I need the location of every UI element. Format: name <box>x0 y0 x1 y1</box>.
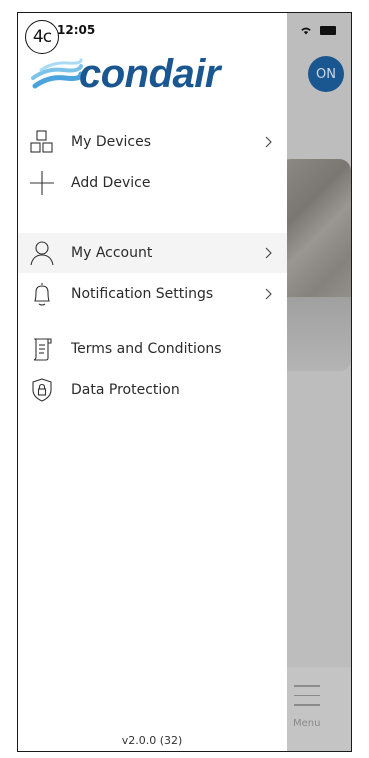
menu-item-my-devices[interactable]: My Devices <box>17 122 287 162</box>
system-status-icons <box>300 26 336 35</box>
condair-logo: condair <box>31 52 231 98</box>
screen-badge: 4c <box>25 20 59 54</box>
bottom-nav-menu-label: Menu <box>293 718 321 729</box>
battery-icon <box>320 26 336 35</box>
device-card[interactable] <box>279 159 351 371</box>
plus-icon <box>29 170 55 196</box>
menu-item-data-protection[interactable]: Data Protection <box>17 370 287 410</box>
menu-item-label: My Account <box>71 245 153 261</box>
device-image <box>279 159 351 297</box>
brand-name: condair <box>79 52 220 96</box>
status-time: 12:05 <box>57 23 96 37</box>
navigation-drawer: 4c 12:05 condair My Devices Add Device M… <box>17 12 287 752</box>
bell-icon <box>29 281 55 307</box>
chevron-right-icon <box>265 247 272 259</box>
menu-item-label: Notification Settings <box>71 286 214 302</box>
chevron-right-icon <box>265 288 272 300</box>
menu-item-notification-settings[interactable]: Notification Settings <box>17 274 287 314</box>
wifi-icon <box>301 27 311 35</box>
power-on-button[interactable]: ON <box>308 56 344 92</box>
document-icon <box>29 336 55 362</box>
person-icon <box>29 240 55 266</box>
app-frame: ON Menu 4c 12:05 condair My Devices Add … <box>17 12 352 752</box>
devices-grid-icon <box>29 129 55 155</box>
hamburger-menu-icon[interactable] <box>294 685 320 714</box>
status-bar: 4c 12:05 <box>17 12 287 54</box>
menu-item-label: My Devices <box>71 134 151 150</box>
wave-logo-icon <box>31 58 83 89</box>
menu-item-add-device[interactable]: Add Device <box>17 163 287 203</box>
shield-lock-icon <box>29 377 55 403</box>
menu-item-my-account[interactable]: My Account <box>17 233 287 273</box>
chevron-right-icon <box>265 136 272 148</box>
menu-item-terms-and-conditions[interactable]: Terms and Conditions <box>17 329 287 369</box>
app-version: v2.0.0 (32) <box>121 734 183 747</box>
menu-item-label: Data Protection <box>71 382 180 398</box>
menu-item-label: Terms and Conditions <box>71 341 222 357</box>
menu-item-label: Add Device <box>71 175 151 191</box>
